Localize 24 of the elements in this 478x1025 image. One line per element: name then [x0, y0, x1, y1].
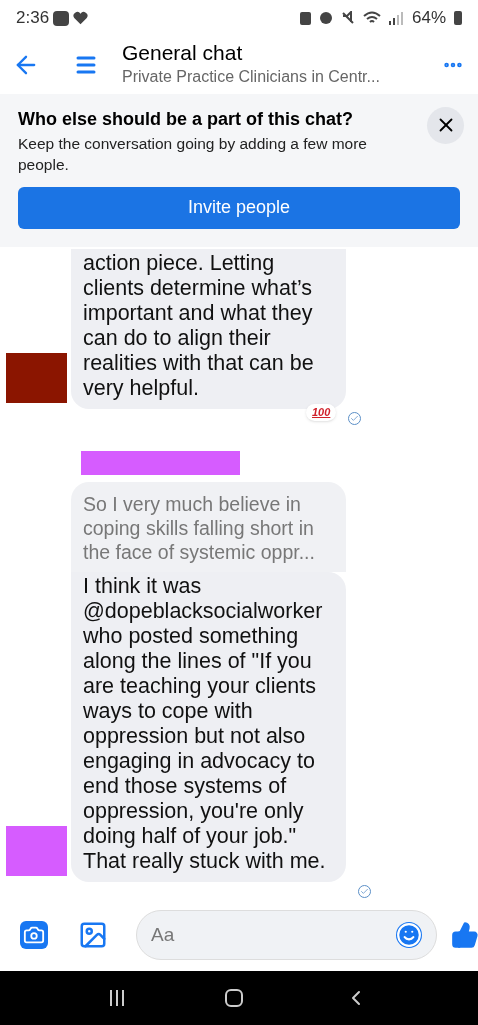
- message-bubble: action piece. Letting clients determine what’s important and what they can do to align their realities with that can be very helpful.: [71, 248, 346, 409]
- message-field[interactable]: Aa: [136, 910, 437, 961]
- chat-title: General chat: [122, 40, 244, 65]
- reply-bubble: So I very much believe in coping skills falling short in the face of systemic oppr...: [71, 481, 346, 572]
- invite-button[interactable]: Invite people: [18, 186, 460, 229]
- camera-icon[interactable]: [20, 921, 48, 950]
- emoji-icon[interactable]: [396, 922, 422, 949]
- reaction-badge: 100: [306, 404, 337, 421]
- close-button[interactable]: [427, 106, 464, 144]
- mute-icon: [340, 11, 355, 26]
- like-icon[interactable]: [451, 921, 478, 950]
- heart-icon: [73, 11, 89, 26]
- message-bubble: I think it was @dopeblacksocialworker who posted something along the lines of "If you are teaching your clients ways to cope with oppression but not also engaging in advocacy to end those systems of oppression, you're only doing half of your job." That really stuck with me.: [71, 571, 346, 882]
- battery-level: 64%: [411, 7, 446, 30]
- banner-title: Who else should be a part of this chat?: [18, 107, 355, 131]
- status-time: 2:36: [16, 7, 50, 30]
- banner-text: Keep the conversation going by adding a few more people.: [18, 133, 368, 175]
- signal-icon: [388, 11, 404, 26]
- gallery-icon[interactable]: [78, 920, 108, 951]
- chat-subtitle: Private Practice Clinicians in Centr...: [122, 66, 381, 87]
- message-input[interactable]: Aa: [151, 920, 396, 950]
- battery-icon: [454, 11, 462, 26]
- home-icon[interactable]: [225, 988, 243, 1007]
- recents-icon[interactable]: [110, 989, 125, 1006]
